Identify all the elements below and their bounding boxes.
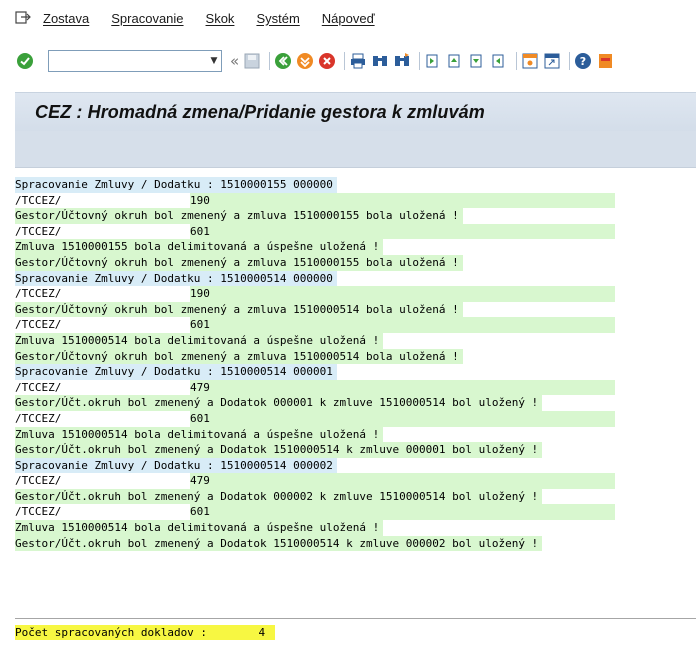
log-row: Gestor/Účtovný okruh bol zmenený a zmluv… bbox=[15, 348, 696, 365]
last-page-icon[interactable] bbox=[490, 52, 508, 70]
find-icon[interactable] bbox=[371, 52, 389, 70]
application-toolbar bbox=[15, 131, 696, 168]
log-row: Gestor/Účt.okruh bol zmenený a Dodatok 1… bbox=[15, 442, 696, 458]
log-row-text: Gestor/Účt.okruh bol zmenený a Dodatok 0… bbox=[15, 488, 543, 505]
log-row: Zmluva 1510000514 bola delimitovaná a ús… bbox=[15, 426, 696, 443]
log-row: /TCCEZ/479 bbox=[15, 379, 696, 396]
menu-item-napoved[interactable]: Nápoveď bbox=[322, 11, 375, 26]
log-row-text: Zmluva 1510000514 bola delimitovaná a ús… bbox=[15, 332, 384, 349]
log-list: Spracovanie Zmluvy / Dodatku : 151000015… bbox=[15, 177, 696, 552]
toolbar-separator bbox=[419, 52, 421, 70]
find-next-icon[interactable] bbox=[393, 52, 411, 70]
log-row: /TCCEZ/601 bbox=[15, 317, 696, 333]
log-row: Gestor/Účtovný okruh bol zmenený a zmluv… bbox=[15, 208, 696, 224]
page-title: CEZ : Hromadná zmena/Pridanie gestora k … bbox=[35, 102, 485, 122]
log-row-text: Spracovanie Zmluvy / Dodatku : 151000051… bbox=[15, 270, 337, 287]
menu-item-spracovanie[interactable]: Spracovanie bbox=[111, 11, 183, 26]
toolbar-separator bbox=[344, 52, 346, 70]
log-row: Gestor/Účt.okruh bol zmenený a Dodatok 0… bbox=[15, 395, 696, 411]
log-row-text: Gestor/Účtovný okruh bol zmenený a zmluv… bbox=[15, 301, 463, 318]
summary-value: 4 bbox=[258, 626, 266, 639]
log-row-text: Zmluva 1510000155 bola delimitovaná a ús… bbox=[15, 239, 384, 255]
summary-label: Počet spracovaných dokladov : bbox=[15, 626, 208, 639]
log-row: Zmluva 1510000155 bola delimitovaná a ús… bbox=[15, 239, 696, 255]
log-row-label: /TCCEZ/ bbox=[15, 318, 62, 332]
summary-row: Počet spracovaných dokladov : 4 bbox=[15, 625, 276, 640]
log-row-code: 601 bbox=[190, 410, 615, 427]
log-row: /TCCEZ/601 bbox=[15, 504, 696, 521]
log-row-code: 601 bbox=[190, 504, 615, 521]
log-row-code: 601 bbox=[190, 223, 615, 240]
prev-page-icon[interactable] bbox=[446, 52, 464, 70]
log-row-label: /TCCEZ/ bbox=[15, 287, 62, 301]
menu-item-system[interactable]: Systém bbox=[256, 11, 299, 26]
menu-exit-icon[interactable] bbox=[15, 11, 31, 25]
first-page-icon[interactable] bbox=[424, 52, 442, 70]
log-row-code: 479 bbox=[190, 379, 615, 396]
log-row-text: Gestor/Účt.okruh bol zmenený a Dodatok 1… bbox=[15, 535, 543, 552]
log-row-text: Spracovanie Zmluvy / Dodatku : 151000051… bbox=[15, 364, 337, 380]
log-row-code: 190 bbox=[190, 192, 615, 209]
log-row-text: Zmluva 1510000514 bola delimitovaná a ús… bbox=[15, 520, 384, 536]
log-row: /TCCEZ/601 bbox=[15, 223, 696, 240]
log-row: Spracovanie Zmluvy / Dodatku : 151000051… bbox=[15, 270, 696, 287]
log-row: Zmluva 1510000514 bola delimitovaná a ús… bbox=[15, 520, 696, 536]
next-page-icon[interactable] bbox=[468, 52, 486, 70]
log-row: /TCCEZ/190 bbox=[15, 192, 696, 209]
toolbar: ▼ « ? bbox=[0, 46, 696, 76]
toolbar-separator bbox=[516, 52, 518, 70]
menu-item-skok[interactable]: Skok bbox=[206, 11, 235, 26]
log-row-code: 190 bbox=[190, 286, 615, 302]
help-icon[interactable]: ? bbox=[574, 52, 592, 70]
divider bbox=[15, 618, 696, 619]
log-row: /TCCEZ/190 bbox=[15, 286, 696, 302]
log-row-text: Gestor/Účtovný okruh bol zmenený a zmluv… bbox=[15, 348, 463, 365]
print-icon[interactable] bbox=[349, 52, 367, 70]
log-row-label: /TCCEZ/ bbox=[15, 505, 62, 519]
log-row-code: 601 bbox=[190, 317, 615, 333]
cancel-icon[interactable] bbox=[318, 52, 336, 70]
log-row-code: 479 bbox=[190, 473, 615, 489]
layout-icon[interactable] bbox=[596, 52, 614, 70]
log-row-label: /TCCEZ/ bbox=[15, 474, 62, 488]
log-row: Spracovanie Zmluvy / Dodatku : 151000051… bbox=[15, 364, 696, 380]
svg-text:?: ? bbox=[580, 55, 586, 68]
log-row-label: /TCCEZ/ bbox=[15, 411, 62, 425]
save-icon[interactable] bbox=[243, 52, 261, 70]
log-row: /TCCEZ/601 bbox=[15, 410, 696, 427]
command-field[interactable]: ▼ bbox=[48, 50, 222, 72]
toolbar-separator bbox=[269, 52, 271, 70]
log-row: Gestor/Účt.okruh bol zmenený a Dodatok 0… bbox=[15, 488, 696, 505]
check-icon[interactable] bbox=[16, 52, 34, 70]
log-row-text: Gestor/Účt.okruh bol zmenený a Dodatok 1… bbox=[15, 442, 543, 458]
command-input[interactable] bbox=[53, 53, 207, 69]
log-row-text: Gestor/Účtovný okruh bol zmenený a zmluv… bbox=[15, 208, 463, 224]
log-row: Spracovanie Zmluvy / Dodatku : 151000015… bbox=[15, 177, 696, 193]
log-row: Gestor/Účtovný okruh bol zmenený a zmluv… bbox=[15, 254, 696, 271]
log-row: Spracovanie Zmluvy / Dodatku : 151000051… bbox=[15, 457, 696, 474]
log-row-label: /TCCEZ/ bbox=[15, 380, 62, 394]
back-icon[interactable] bbox=[274, 52, 292, 70]
chevron-down-icon[interactable]: ▼ bbox=[207, 52, 221, 70]
exit-icon[interactable] bbox=[296, 52, 314, 70]
log-row-text: Gestor/Účt.okruh bol zmenený a Dodatok 0… bbox=[15, 395, 543, 411]
log-row: Zmluva 1510000514 bola delimitovaná a ús… bbox=[15, 332, 696, 349]
menu-bar: Zostava Spracovanie Skok Systém Nápoveď bbox=[0, 0, 696, 36]
create-session-icon[interactable] bbox=[521, 52, 539, 70]
log-row-label: /TCCEZ/ bbox=[15, 224, 62, 238]
log-row-text: Gestor/Účtovný okruh bol zmenený a zmluv… bbox=[15, 254, 463, 271]
menu-item-zostava[interactable]: Zostava bbox=[43, 11, 89, 26]
log-row-text: Spracovanie Zmluvy / Dodatku : 151000051… bbox=[15, 457, 337, 474]
log-row-text: Zmluva 1510000514 bola delimitovaná a ús… bbox=[15, 426, 384, 443]
log-row-text: Spracovanie Zmluvy / Dodatku : 151000015… bbox=[15, 177, 337, 193]
log-row-label: /TCCEZ/ bbox=[15, 193, 62, 207]
title-bar: CEZ : Hromadná zmena/Pridanie gestora k … bbox=[15, 92, 696, 132]
log-row: /TCCEZ/479 bbox=[15, 473, 696, 489]
double-chevron-left-icon[interactable]: « bbox=[230, 52, 239, 70]
log-row: Gestor/Účtovný okruh bol zmenený a zmluv… bbox=[15, 301, 696, 318]
log-row: Gestor/Účt.okruh bol zmenený a Dodatok 1… bbox=[15, 535, 696, 552]
toolbar-separator bbox=[569, 52, 571, 70]
shortcut-icon[interactable] bbox=[543, 52, 561, 70]
